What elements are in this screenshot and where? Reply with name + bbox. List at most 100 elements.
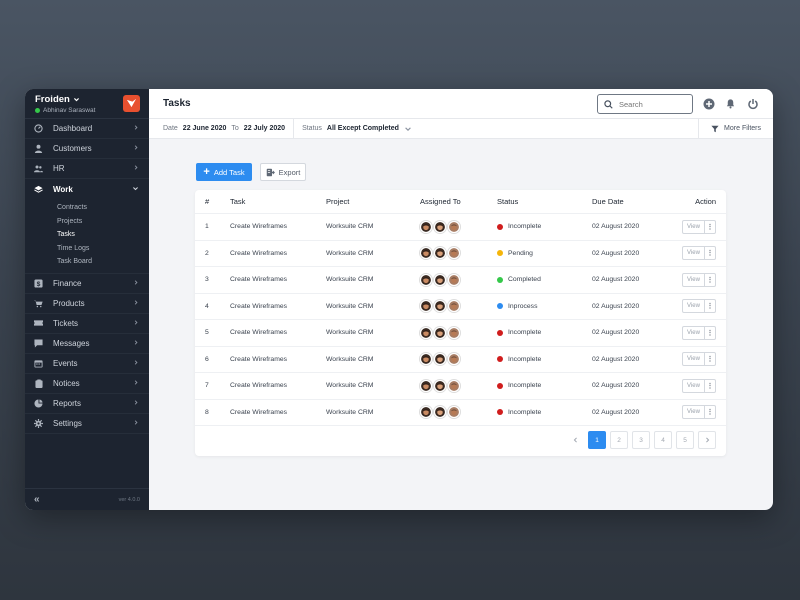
more-options-icon[interactable]: ⋮ xyxy=(705,378,716,393)
project-name[interactable]: Worksuite CRM xyxy=(326,276,373,283)
avatar[interactable] xyxy=(420,406,432,419)
task-name[interactable]: Create Wireframes xyxy=(230,223,287,230)
task-name[interactable]: Create Wireframes xyxy=(230,276,287,283)
table-row[interactable]: 1 Create Wireframes Worksuite CRM Incomplet… xyxy=(195,214,726,241)
submenu-item-projects[interactable]: Projects xyxy=(25,215,149,229)
more-options-icon[interactable]: ⋮ xyxy=(705,299,716,314)
power-icon[interactable] xyxy=(746,97,759,110)
avatar[interactable] xyxy=(434,379,446,392)
page-button[interactable]: 5 xyxy=(676,431,694,449)
table-row[interactable]: 7 Create Wireframes Worksuite CRM Incomplet… xyxy=(195,373,726,400)
task-name[interactable]: Create Wireframes xyxy=(230,329,287,336)
submenu-item-contracts[interactable]: Contracts xyxy=(25,201,149,215)
date-from[interactable]: 22 June 2020 xyxy=(183,125,227,132)
page-button[interactable]: 4 xyxy=(654,431,672,449)
export-button[interactable]: Export xyxy=(260,163,306,181)
search-input[interactable] xyxy=(619,99,679,109)
avatar[interactable] xyxy=(420,273,432,286)
project-name[interactable]: Worksuite CRM xyxy=(326,382,373,389)
avatar[interactable] xyxy=(420,326,432,339)
sidebar-item-products[interactable]: Products xyxy=(25,294,149,314)
avatar[interactable] xyxy=(420,220,432,233)
avatar[interactable] xyxy=(448,220,460,233)
avatar[interactable] xyxy=(448,300,460,313)
project-name[interactable]: Worksuite CRM xyxy=(326,303,373,310)
task-name[interactable]: Create Wireframes xyxy=(230,409,287,416)
sidebar-item-notices[interactable]: Notices xyxy=(25,374,149,394)
avatar[interactable] xyxy=(434,326,446,339)
submenu-item-task-board[interactable]: Task Board xyxy=(25,255,149,269)
table-row[interactable]: 3 Create Wireframes Worksuite CRM Completed… xyxy=(195,267,726,294)
avatar[interactable] xyxy=(434,220,446,233)
sidebar-item-reports[interactable]: Reports xyxy=(25,394,149,414)
view-button[interactable]: View xyxy=(682,272,705,287)
page-button[interactable]: 1 xyxy=(588,431,606,449)
page-button[interactable]: 2 xyxy=(610,431,628,449)
submenu-item-time-logs[interactable]: Time Logs xyxy=(25,242,149,256)
sidebar-item-hr[interactable]: HR xyxy=(25,159,149,179)
view-button[interactable]: View xyxy=(682,299,705,314)
project-name[interactable]: Worksuite CRM xyxy=(326,250,373,257)
sidebar-item-finance[interactable]: $ Finance xyxy=(25,274,149,294)
table-row[interactable]: 6 Create Wireframes Worksuite CRM Incomplet… xyxy=(195,347,726,373)
avatar[interactable] xyxy=(448,326,460,339)
collapse-sidebar-icon[interactable]: « xyxy=(34,494,40,505)
page-button[interactable]: 3 xyxy=(632,431,650,449)
table-row[interactable]: 4 Create Wireframes Worksuite CRM Inprocess… xyxy=(195,294,726,320)
view-button[interactable]: View xyxy=(682,405,705,420)
project-name[interactable]: Worksuite CRM xyxy=(326,409,373,416)
prev-page-icon[interactable] xyxy=(566,431,584,449)
task-name[interactable]: Create Wireframes xyxy=(230,382,287,389)
task-name[interactable]: Create Wireframes xyxy=(230,356,287,363)
view-button[interactable]: View xyxy=(682,246,705,261)
avatar[interactable] xyxy=(434,247,446,260)
sidebar-item-messages[interactable]: Messages xyxy=(25,334,149,354)
avatar[interactable] xyxy=(420,300,432,313)
more-options-icon[interactable]: ⋮ xyxy=(705,272,716,287)
avatar[interactable] xyxy=(434,300,446,313)
view-button[interactable]: View xyxy=(682,325,705,340)
sidebar-item-work[interactable]: Work xyxy=(25,179,149,199)
sidebar-item-tickets[interactable]: Tickets xyxy=(25,314,149,334)
search-box[interactable] xyxy=(597,94,693,114)
view-button[interactable]: View xyxy=(682,378,705,393)
task-name[interactable]: Create Wireframes xyxy=(230,250,287,257)
sidebar-item-dashboard[interactable]: Dashboard xyxy=(25,119,149,139)
more-options-icon[interactable]: ⋮ xyxy=(705,246,716,261)
task-name[interactable]: Create Wireframes xyxy=(230,303,287,310)
more-options-icon[interactable]: ⋮ xyxy=(705,219,716,234)
avatar[interactable] xyxy=(448,247,460,260)
table-row[interactable]: 2 Create Wireframes Worksuite CRM Pending 02… xyxy=(195,241,726,267)
avatar[interactable] xyxy=(434,273,446,286)
table-row[interactable]: 8 Create Wireframes Worksuite CRM Incomplet… xyxy=(195,400,726,426)
avatar[interactable] xyxy=(420,379,432,392)
avatar[interactable] xyxy=(434,406,446,419)
status-select[interactable]: All Except Completed xyxy=(327,125,399,132)
date-filter[interactable]: Date 22 June 2020 To 22 July 2020 xyxy=(149,119,295,138)
sidebar-item-customers[interactable]: Customers xyxy=(25,139,149,159)
view-button[interactable]: View xyxy=(682,352,705,367)
sidebar-item-settings[interactable]: Settings xyxy=(25,414,149,434)
more-options-icon[interactable]: ⋮ xyxy=(705,405,716,420)
status-filter[interactable]: Status All Except Completed xyxy=(294,119,426,138)
submenu-item-tasks[interactable]: Tasks xyxy=(25,228,149,242)
project-name[interactable]: Worksuite CRM xyxy=(326,329,373,336)
avatar[interactable] xyxy=(420,247,432,260)
date-to[interactable]: 22 July 2020 xyxy=(244,125,285,132)
more-filters-button[interactable]: More Filters xyxy=(698,119,773,138)
table-row[interactable]: 5 Create Wireframes Worksuite CRM Incomplet… xyxy=(195,320,726,347)
add-circle-icon[interactable] xyxy=(702,97,715,110)
avatar[interactable] xyxy=(448,353,460,366)
avatar[interactable] xyxy=(434,353,446,366)
avatar[interactable] xyxy=(448,273,460,286)
view-button[interactable]: View xyxy=(682,219,705,234)
add-task-button[interactable]: + Add Task xyxy=(196,163,252,181)
avatar[interactable] xyxy=(448,406,460,419)
project-name[interactable]: Worksuite CRM xyxy=(326,223,373,230)
project-name[interactable]: Worksuite CRM xyxy=(326,356,373,363)
avatar[interactable] xyxy=(420,353,432,366)
next-page-icon[interactable] xyxy=(698,431,716,449)
sidebar-item-events[interactable]: Events xyxy=(25,354,149,374)
bell-icon[interactable] xyxy=(724,97,737,110)
more-options-icon[interactable]: ⋮ xyxy=(705,352,716,367)
